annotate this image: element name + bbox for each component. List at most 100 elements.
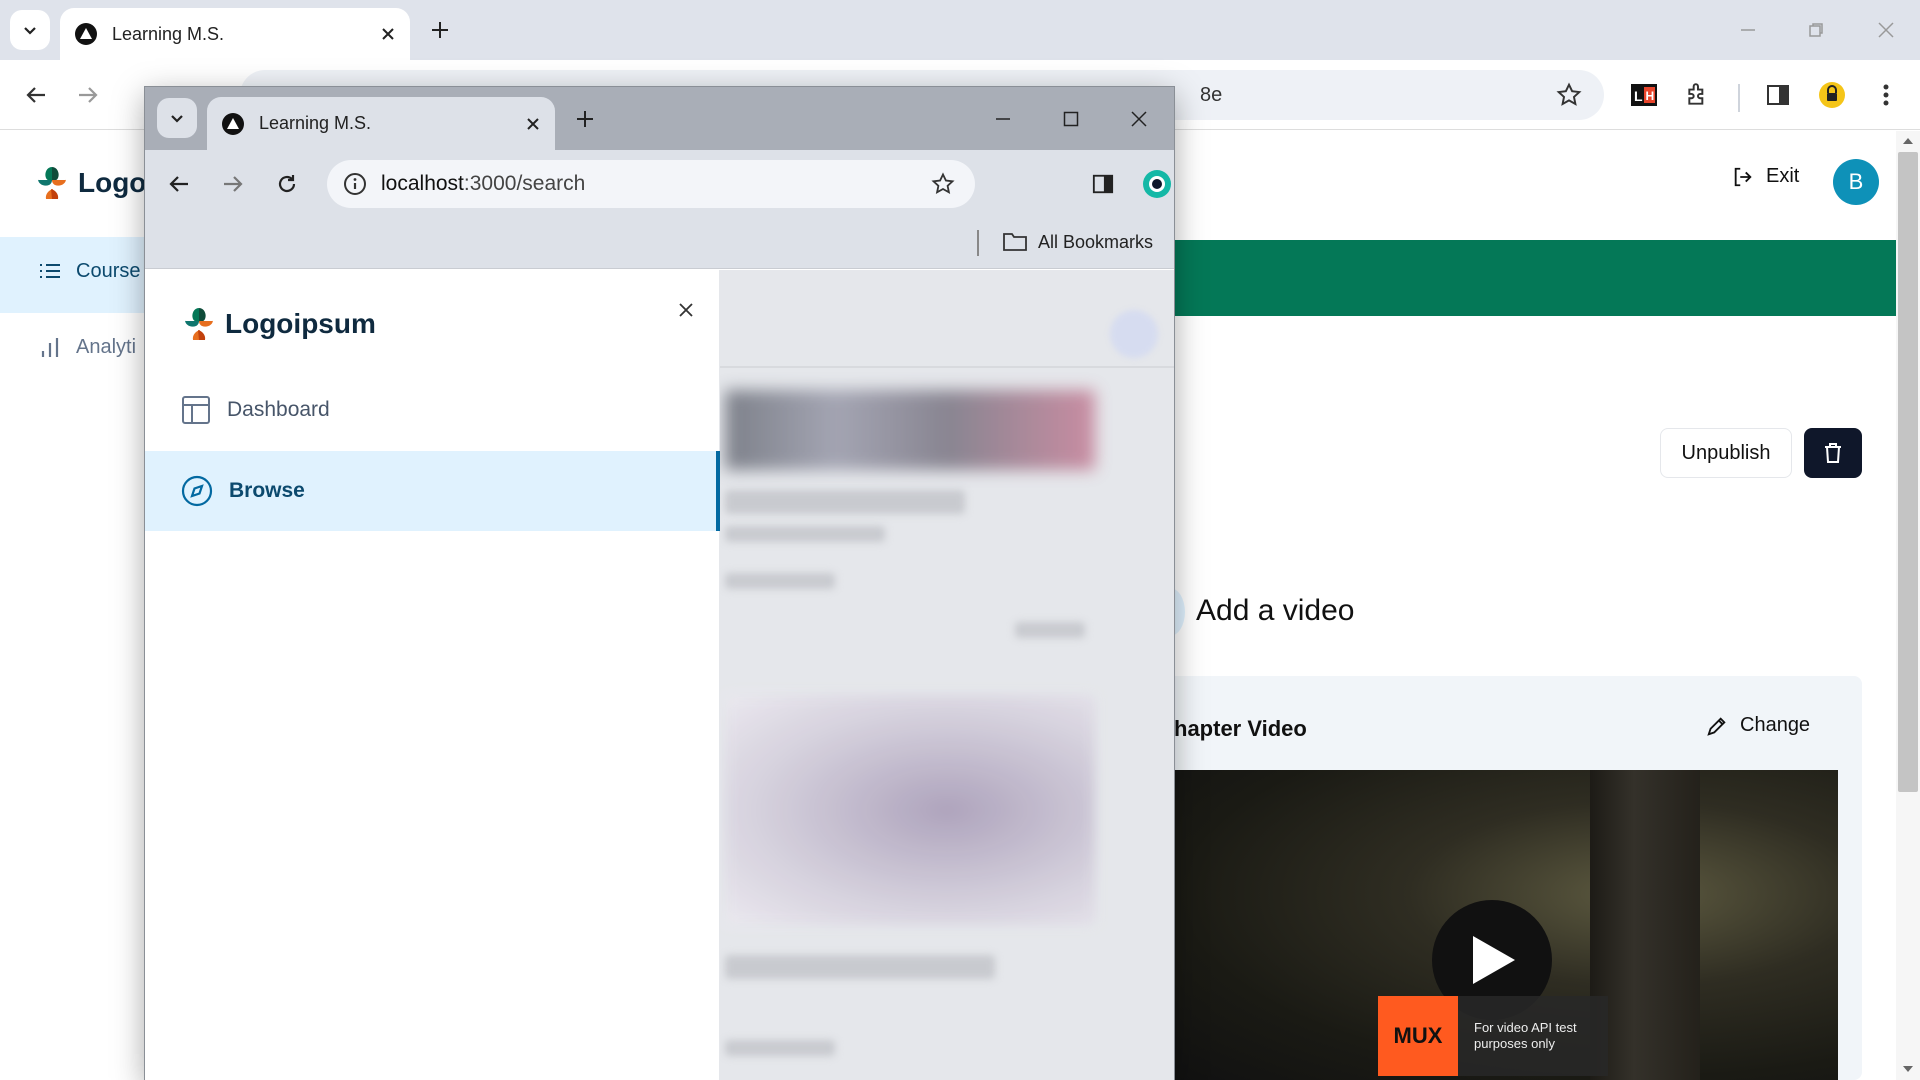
inner-logo: Logoipsum (181, 304, 376, 344)
add-video-heading: Add a video (1196, 594, 1355, 627)
scroll-up-icon[interactable] (1902, 136, 1914, 146)
chevron-down-icon (24, 27, 36, 35)
mux-badge: MUX (1378, 996, 1458, 1076)
inner-back-button[interactable] (157, 162, 201, 206)
all-bookmarks-label: All Bookmarks (1038, 231, 1154, 252)
nav-item-label: Browse (229, 479, 305, 502)
blurred-course-chapters-2 (725, 1040, 835, 1056)
forward-button[interactable] (66, 73, 110, 117)
change-video-button[interactable]: Change (1706, 714, 1810, 737)
plus-icon (432, 22, 448, 38)
reload-icon (278, 175, 296, 193)
inner-side-panel-button[interactable] (1081, 162, 1125, 206)
close-window-button[interactable] (1852, 0, 1920, 60)
plus-icon (577, 111, 593, 127)
blurred-course-category (725, 526, 885, 542)
svg-text:L: L (1634, 88, 1643, 104)
close-icon (1131, 111, 1147, 127)
close-drawer-button[interactable] (664, 288, 708, 332)
info-icon (344, 173, 366, 195)
outer-active-tab[interactable]: Learning M.S. (60, 8, 410, 60)
logout-icon (1734, 167, 1752, 186)
inner-tab-search-button[interactable] (157, 98, 197, 138)
arrow-right-icon (224, 176, 243, 192)
close-tab-icon[interactable] (380, 26, 396, 42)
unpublish-label: Unpublish (1681, 441, 1771, 464)
site-favicon-icon (222, 112, 244, 135)
inner-address-bar[interactable]: localhost:3000/search (327, 160, 975, 208)
profile-button[interactable] (1810, 73, 1854, 117)
blurred-course-thumbnail-2 (725, 695, 1095, 925)
outer-logo: Logoi (34, 163, 154, 203)
page-scrollbar-thumb[interactable] (1898, 152, 1918, 792)
bookmarks-bar: All Bookmarks (145, 218, 1174, 269)
outer-url-fragment: 8e (1200, 83, 1223, 106)
exit-button[interactable]: Exit (1732, 165, 1799, 188)
logo-mark-icon (38, 167, 66, 199)
arrow-right-icon (79, 87, 98, 103)
delete-button[interactable] (1804, 428, 1862, 478)
inner-new-tab-button[interactable] (563, 97, 607, 141)
inner-minimize-button[interactable] (981, 97, 1025, 141)
browser-menu-button[interactable] (1864, 73, 1908, 117)
close-tab-icon[interactable] (525, 116, 541, 132)
inner-tab-strip: Learning M.S. (145, 87, 1174, 150)
blurred-course-thumbnail (725, 390, 1095, 470)
new-tab-button[interactable] (418, 8, 462, 52)
sidebar-item-analytics[interactable]: Analyti (38, 335, 136, 359)
lighthouse-extension-button[interactable]: LH (1622, 73, 1666, 117)
profile-avatar-icon (1819, 82, 1845, 108)
play-icon (1473, 936, 1515, 984)
sidebar-item-courses[interactable]: Course (38, 259, 140, 283)
user-avatar[interactable]: B (1833, 159, 1879, 205)
unpublish-button[interactable]: Unpublish (1660, 428, 1792, 478)
inner-page: Logoipsum Dashboard Browse (145, 270, 1174, 1080)
side-panel-button[interactable] (1756, 73, 1800, 117)
inner-tab-title: Learning M.S. (259, 113, 372, 133)
blurred-course-price (1015, 622, 1085, 638)
inner-active-tab[interactable]: Learning M.S. (207, 97, 555, 150)
inner-maximize-button[interactable] (1049, 97, 1093, 141)
bar-chart-icon (41, 338, 59, 357)
publish-status-banner (1174, 240, 1896, 316)
back-button[interactable] (14, 73, 58, 117)
kebab-menu-icon (1883, 84, 1889, 106)
maximize-icon (1063, 111, 1079, 127)
sidebar-item-label: Analyti (76, 335, 137, 358)
nav-item-label: Dashboard (227, 398, 330, 421)
inner-browser-window: Learning M.S. localhost:3000/search All … (145, 87, 1174, 1080)
layout-icon (182, 396, 210, 424)
inner-profile-button[interactable] (1135, 162, 1179, 206)
inner-forward-button[interactable] (211, 162, 255, 206)
inner-logo-text: Logoipsum (225, 308, 376, 339)
side-panel-icon (1092, 174, 1114, 194)
change-label: Change (1740, 714, 1811, 736)
nav-item-browse[interactable]: Browse (145, 451, 720, 531)
minimize-icon (1741, 29, 1755, 31)
sidebar-item-label: Course (76, 259, 141, 282)
avatar-initial: B (1848, 169, 1864, 194)
star-icon[interactable] (931, 172, 955, 196)
extensions-button[interactable] (1676, 73, 1720, 117)
scroll-down-icon[interactable] (1902, 1064, 1914, 1074)
url-host: localhost (381, 172, 464, 195)
tab-search-button[interactable] (10, 10, 50, 50)
trash-icon (1825, 443, 1841, 463)
reload-button[interactable] (265, 162, 309, 206)
minimize-button[interactable] (1714, 0, 1782, 60)
logo-mark-icon (185, 308, 213, 340)
chevron-down-icon (171, 115, 183, 123)
close-icon (679, 303, 693, 317)
restore-button[interactable] (1782, 0, 1850, 60)
chapter-video-title: hapter Video (1174, 716, 1307, 741)
all-bookmarks-button[interactable]: All Bookmarks (1002, 231, 1153, 253)
outer-logo-text: Logoi (78, 167, 155, 198)
bookmark-star-button[interactable] (1547, 73, 1591, 117)
close-icon (1878, 22, 1894, 38)
blurred-avatar (1110, 310, 1158, 358)
compass-icon (181, 475, 213, 507)
exit-label: Exit (1766, 165, 1800, 187)
inner-close-window-button[interactable] (1117, 97, 1161, 141)
list-icon (40, 264, 60, 278)
nav-item-dashboard[interactable]: Dashboard (145, 370, 720, 450)
